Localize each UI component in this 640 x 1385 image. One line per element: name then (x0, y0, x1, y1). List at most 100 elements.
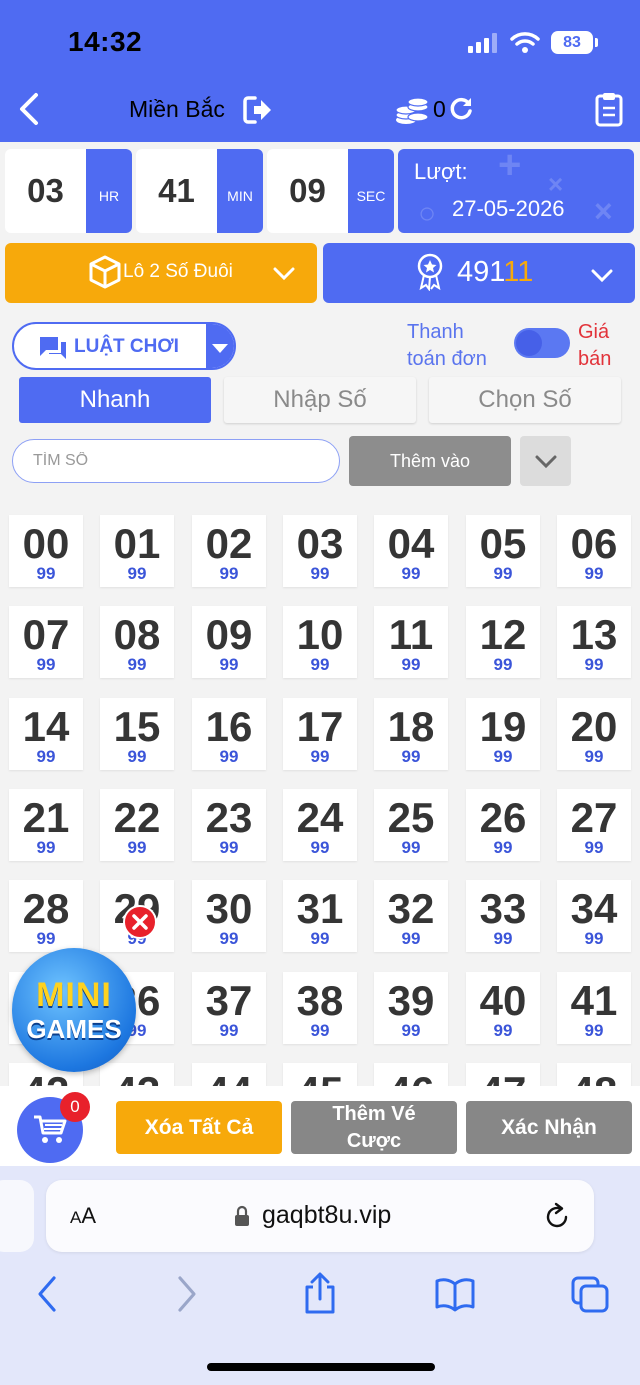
number-cell[interactable]: 02 99 (192, 515, 266, 587)
number-value: 17 (296, 703, 344, 750)
confirm-button[interactable]: Xác Nhận (466, 1101, 632, 1154)
previous-tab-preview[interactable] (0, 1180, 34, 1252)
rules-dropdown[interactable] (206, 324, 234, 368)
draw-info: + × ○ × Lượt: 27-05-2026 (398, 149, 634, 233)
clear-all-button[interactable]: Xóa Tất Cả (116, 1101, 282, 1154)
remove-icon[interactable] (123, 905, 157, 939)
number-cell[interactable]: 11 99 (374, 606, 448, 678)
number-cell[interactable]: 09 99 (192, 606, 266, 678)
number-cell[interactable]: 13 99 (557, 606, 631, 678)
add-button[interactable]: Thêm vào (349, 436, 511, 486)
share-icon[interactable] (302, 1272, 338, 1316)
number-cell[interactable]: 33 99 (466, 880, 540, 952)
sell-line-1: Giá (578, 321, 610, 343)
add-ticket-button[interactable]: Thêm Vé Cược (291, 1101, 457, 1154)
back-arrow-icon[interactable] (16, 92, 42, 126)
number-cell[interactable]: 15 99 (100, 698, 174, 770)
number-cell[interactable]: 17 99 (283, 698, 357, 770)
number-cell[interactable]: 08 99 (100, 606, 174, 678)
mode-toggle[interactable] (514, 328, 570, 358)
number-odds: 99 (36, 929, 56, 948)
number-cell[interactable]: 41 99 (557, 972, 631, 1044)
number-cell[interactable]: 4499 (192, 1063, 266, 1086)
number-odds: 99 (127, 838, 147, 857)
number-cell[interactable]: 18 99 (374, 698, 448, 770)
tab-nhanh[interactable]: Nhanh (19, 377, 211, 423)
search-input[interactable] (12, 439, 340, 483)
number-cell[interactable]: 30 99 (192, 880, 266, 952)
battery-indicator: 83 (551, 31, 593, 54)
prize-dropdown[interactable]: 49111 (323, 243, 635, 303)
tab-chon-so[interactable]: Chọn Số (429, 377, 621, 423)
logout-icon[interactable] (242, 94, 274, 126)
more-options-button[interactable] (520, 436, 571, 486)
number-odds: 99 (493, 929, 513, 948)
number-cell[interactable]: 03 99 (283, 515, 357, 587)
region-title[interactable]: Miền Bắc (129, 96, 225, 123)
number-value: 08 (113, 611, 161, 658)
number-cell[interactable]: 22 99 (100, 789, 174, 861)
number-cell[interactable]: 23 99 (192, 789, 266, 861)
number-value: 41 (570, 977, 618, 1024)
url-text[interactable]: gaqbt8u.vip (262, 1201, 391, 1230)
number-cell[interactable]: 27 99 (557, 789, 631, 861)
number-value: 04 (387, 520, 435, 567)
number-odds: 99 (493, 747, 513, 766)
number-cell[interactable]: 4699 (374, 1063, 448, 1086)
timer-minutes: 41 MIN (136, 149, 263, 233)
number-odds: 99 (401, 929, 421, 948)
number-cell[interactable]: 10 99 (283, 606, 357, 678)
number-cell[interactable]: 04 99 (374, 515, 448, 587)
browser-back-icon[interactable] (34, 1272, 60, 1316)
number-cell[interactable]: 06 99 (557, 515, 631, 587)
number-odds: 99 (36, 655, 56, 674)
number-odds: 99 (219, 1021, 239, 1040)
number-odds: 99 (401, 655, 421, 674)
number-cell[interactable]: 32 99 (374, 880, 448, 952)
number-odds: 99 (127, 564, 147, 583)
number-cell[interactable]: 01 99 (100, 515, 174, 587)
number-cell[interactable]: 12 99 (466, 606, 540, 678)
tab-nhap-so[interactable]: Nhập Số (224, 377, 416, 423)
number-cell[interactable]: 26 99 (466, 789, 540, 861)
number-cell[interactable]: 07 99 (9, 606, 83, 678)
box-icon (89, 255, 121, 289)
refresh-icon[interactable] (542, 1202, 572, 1232)
number-cell[interactable]: 37 99 (192, 972, 266, 1044)
number-cell[interactable]: 20 99 (557, 698, 631, 770)
rules-button[interactable]: LUẬT CHƠI (12, 322, 236, 370)
number-cell[interactable]: 05 99 (466, 515, 540, 587)
number-cell[interactable]: 38 99 (283, 972, 357, 1044)
number-odds: 99 (127, 747, 147, 766)
number-value: 32 (387, 885, 435, 932)
number-cell[interactable]: 31 99 (283, 880, 357, 952)
text-size-button[interactable]: AA (70, 1203, 96, 1229)
number-cell[interactable]: 25 99 (374, 789, 448, 861)
number-cell[interactable]: 39 99 (374, 972, 448, 1044)
number-cell[interactable]: 4799 (466, 1063, 540, 1086)
mini-games-button[interactable]: MINI GAMES (12, 948, 136, 1072)
game-type-dropdown[interactable]: Lô 2 Số Đuôi (5, 243, 317, 303)
number-cell[interactable]: 28 99 (9, 880, 83, 952)
number-cell[interactable]: 34 99 (557, 880, 631, 952)
number-cell[interactable]: 4899 (557, 1063, 631, 1086)
number-cell[interactable]: 4399 (100, 1063, 174, 1086)
chat-icon (40, 337, 66, 359)
number-odds: 99 (219, 655, 239, 674)
number-odds: 99 (310, 655, 330, 674)
number-odds: 99 (310, 1021, 330, 1040)
number-odds: 99 (493, 838, 513, 857)
number-cell[interactable]: 19 99 (466, 698, 540, 770)
number-cell[interactable]: 24 99 (283, 789, 357, 861)
number-cell[interactable]: 16 99 (192, 698, 266, 770)
number-cell[interactable]: 4599 (283, 1063, 357, 1086)
number-cell[interactable]: 00 99 (9, 515, 83, 587)
number-cell[interactable]: 14 99 (9, 698, 83, 770)
number-cell[interactable]: 21 99 (9, 789, 83, 861)
clipboard-icon[interactable] (594, 91, 624, 127)
number-cell[interactable]: 40 99 (466, 972, 540, 1044)
reload-icon[interactable] (448, 96, 474, 122)
tabs-icon[interactable] (570, 1272, 610, 1316)
browser-forward-icon[interactable] (174, 1272, 200, 1316)
bookmarks-icon[interactable] (434, 1272, 476, 1316)
